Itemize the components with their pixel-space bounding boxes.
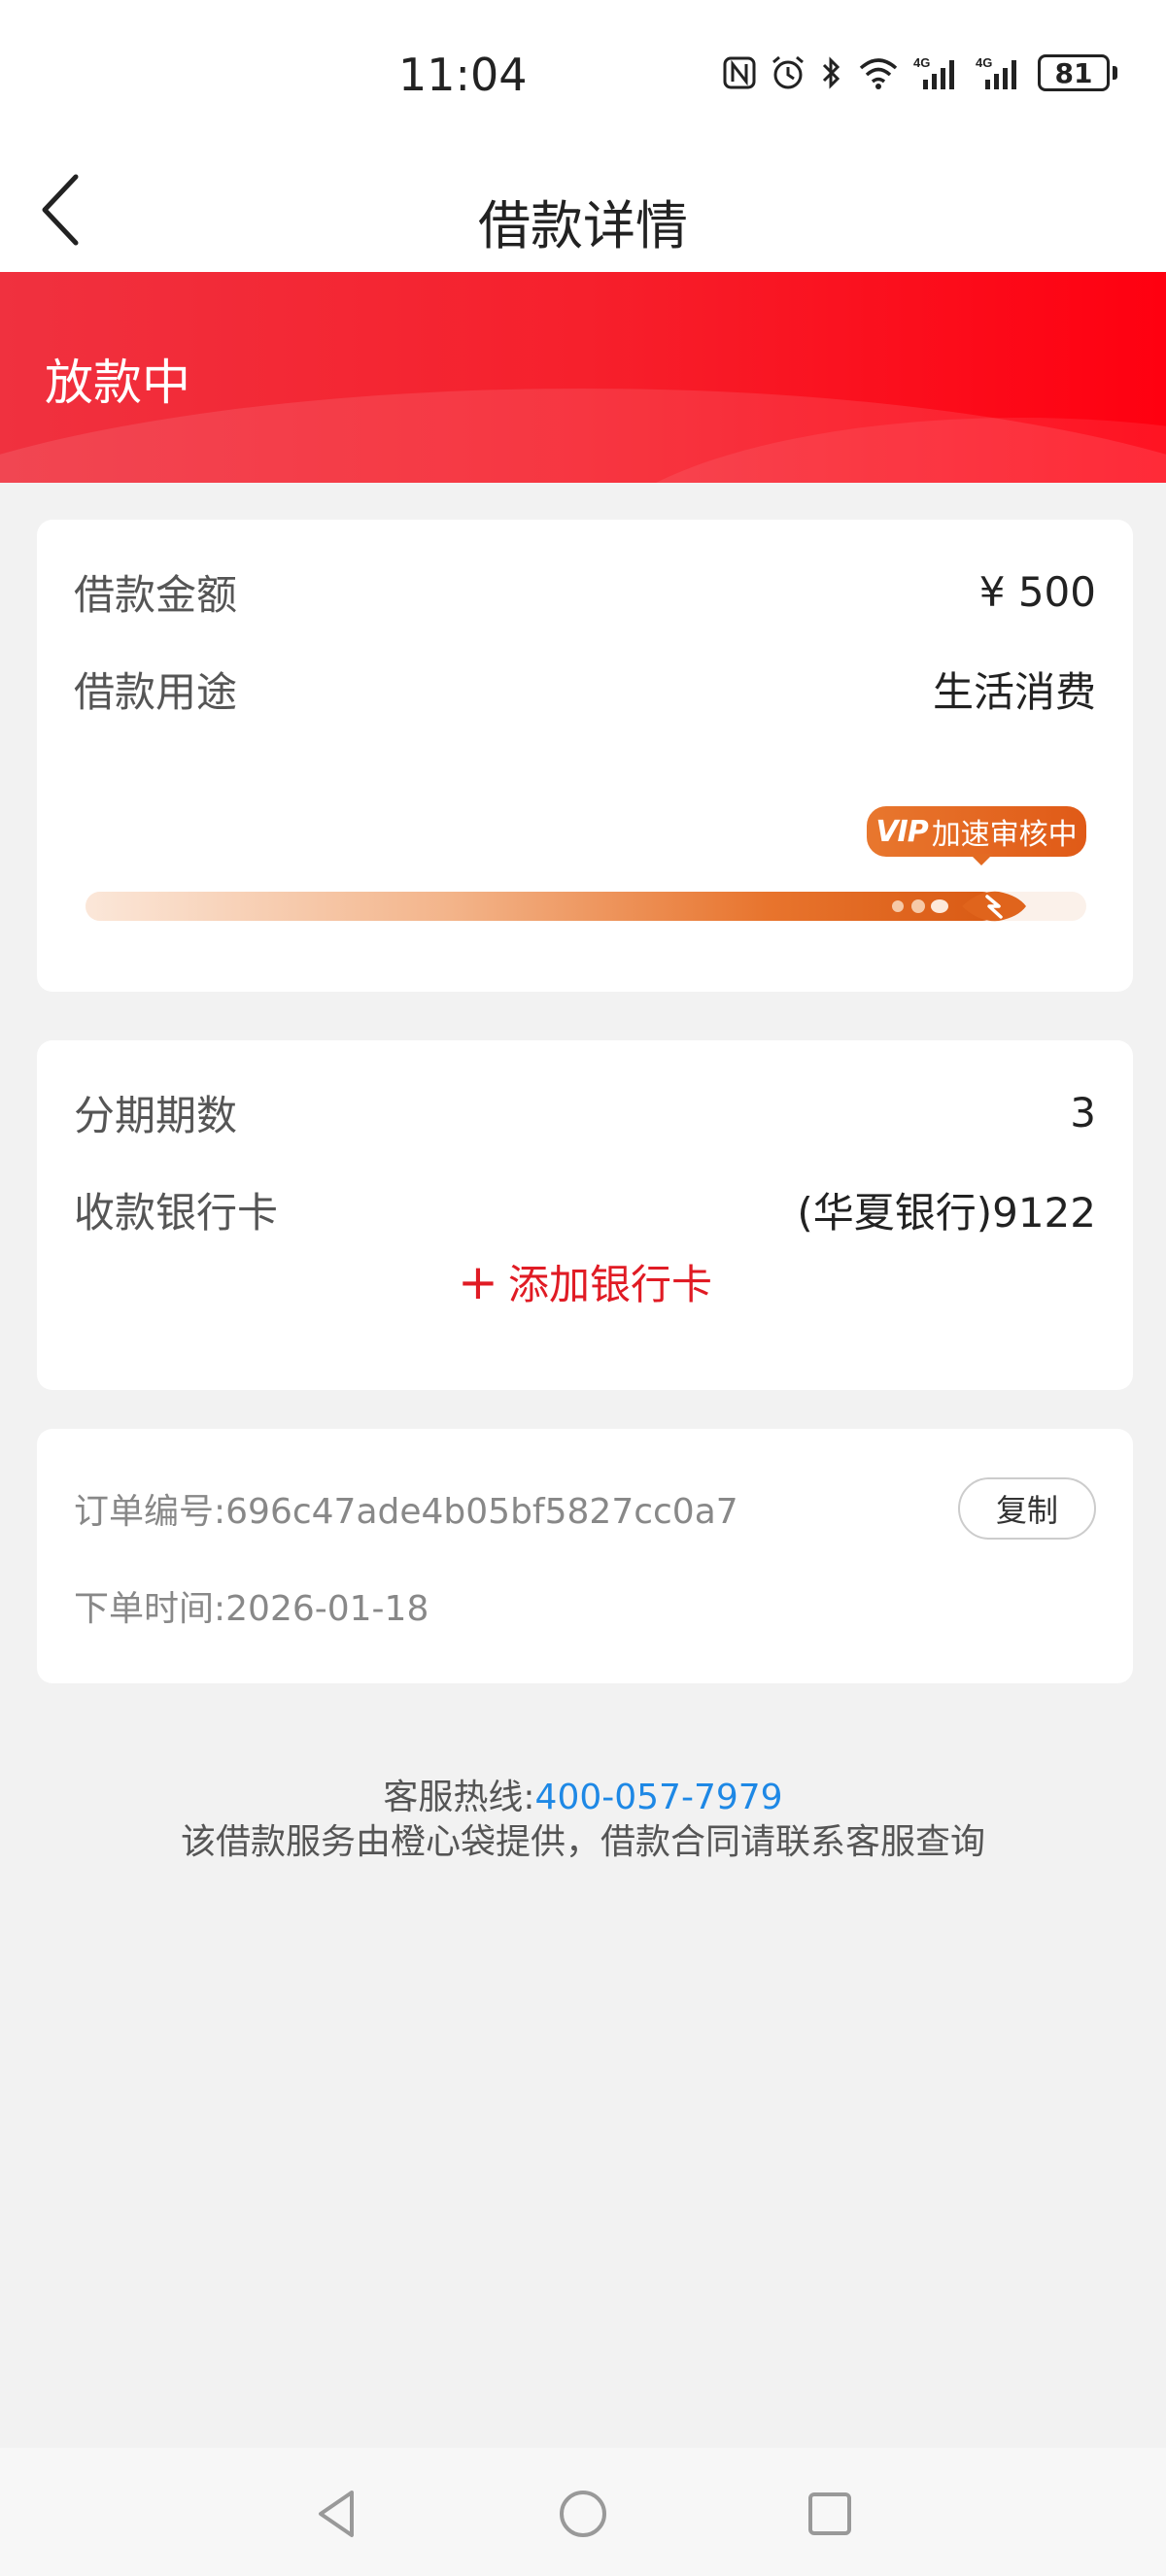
svg-text:4G: 4G bbox=[913, 55, 930, 70]
loan-info-card: 借款金额 ¥ 500 借款用途 生活消费 VIP 加速审核中 bbox=[37, 520, 1133, 992]
vip-review-badge: VIP 加速审核中 bbox=[867, 806, 1086, 857]
plus-icon: + bbox=[458, 1254, 498, 1310]
status-icons: 4G 4G 81 bbox=[723, 54, 1117, 91]
status-bar: 11:04 4G 4G 81 bbox=[0, 0, 1166, 155]
order-time-value: 2026-01-18 bbox=[225, 1589, 429, 1629]
loan-purpose-row: 借款用途 生活消费 bbox=[74, 660, 1096, 719]
nfc-icon bbox=[723, 56, 756, 89]
recents-square-icon[interactable] bbox=[801, 2485, 859, 2543]
nav-bar: 借款详情 bbox=[0, 155, 1166, 272]
installments-label: 分期期数 bbox=[74, 1092, 238, 1139]
add-bank-card-label: 添加银行卡 bbox=[507, 1261, 712, 1308]
bank-card-label: 收款银行卡 bbox=[74, 1189, 279, 1237]
vip-review-text: 加速审核中 bbox=[931, 818, 1078, 852]
signal-4g-icon: 4G bbox=[913, 55, 954, 89]
signal-4g-icon: 4G bbox=[976, 55, 1016, 89]
order-time-row: 下单时间:2026-01-18 bbox=[74, 1580, 429, 1631]
service-notice: 该借款服务由橙心袋提供，借款合同请联系客服查询 bbox=[180, 1822, 985, 1862]
order-number-value: 696c47ade4b05bf5827cc0a7 bbox=[225, 1492, 738, 1532]
installments-value: 3 bbox=[1070, 1089, 1096, 1136]
loan-status: 放款中 bbox=[45, 355, 190, 411]
vip-mark: VIP bbox=[875, 814, 928, 849]
progress-dot bbox=[910, 899, 925, 913]
system-nav-bar bbox=[0, 2448, 1166, 2576]
order-info-card: 订单编号:696c47ade4b05bf5827cc0a7 复制 下单时间:20… bbox=[37, 1429, 1133, 1683]
loan-purpose-value: 生活消费 bbox=[932, 668, 1096, 716]
vip-badge-pointer bbox=[970, 854, 993, 865]
footer: 客服热线:400-057-7979 该借款服务由橙心袋提供，借款合同请联系客服查… bbox=[0, 1776, 1166, 1865]
bluetooth-icon bbox=[822, 56, 840, 89]
hotline-number-link[interactable]: 400-057-7979 bbox=[535, 1778, 783, 1817]
svg-text:4G: 4G bbox=[976, 55, 992, 70]
alarm-icon bbox=[772, 55, 804, 89]
bank-card-value: (华夏银行)9122 bbox=[797, 1189, 1096, 1237]
order-number-row: 订单编号:696c47ade4b05bf5827cc0a7 bbox=[74, 1483, 738, 1534]
hotline-line: 客服热线:400-057-7979 bbox=[0, 1776, 1166, 1820]
add-bank-card-button[interactable]: + 添加银行卡 bbox=[37, 1252, 1133, 1311]
status-banner: 放款中 bbox=[0, 272, 1166, 483]
installments-row: 分期期数 3 bbox=[74, 1083, 1096, 1142]
home-circle-icon[interactable] bbox=[554, 2485, 612, 2543]
bank-card-row[interactable]: 收款银行卡 (华夏银行)9122 bbox=[74, 1180, 1096, 1239]
hotline-label: 客服热线: bbox=[383, 1778, 535, 1817]
page-title: 借款详情 bbox=[478, 195, 688, 256]
wifi-icon bbox=[859, 58, 898, 89]
order-number-label: 订单编号: bbox=[74, 1492, 226, 1532]
copy-button[interactable]: 复制 bbox=[958, 1477, 1096, 1540]
loan-amount-label: 借款金额 bbox=[74, 571, 238, 619]
repayment-card: 分期期数 3 收款银行卡 (华夏银行)9122 + 添加银行卡 bbox=[37, 1040, 1133, 1390]
rocket-icon bbox=[961, 891, 1026, 922]
battery-icon: 81 bbox=[1038, 54, 1117, 91]
loan-amount-row: 借款金额 ¥ 500 bbox=[74, 562, 1096, 622]
progress-fill bbox=[86, 892, 997, 921]
progress-dot bbox=[930, 899, 948, 913]
order-time-label: 下单时间: bbox=[74, 1589, 226, 1629]
loan-amount-value: ¥ 500 bbox=[978, 568, 1096, 616]
battery-tip bbox=[1113, 66, 1117, 80]
loan-purpose-label: 借款用途 bbox=[74, 668, 238, 716]
battery-level: 81 bbox=[1038, 54, 1110, 91]
progress-dot bbox=[891, 900, 904, 912]
back-triangle-icon[interactable] bbox=[307, 2485, 365, 2543]
status-time: 11:04 bbox=[398, 49, 528, 101]
